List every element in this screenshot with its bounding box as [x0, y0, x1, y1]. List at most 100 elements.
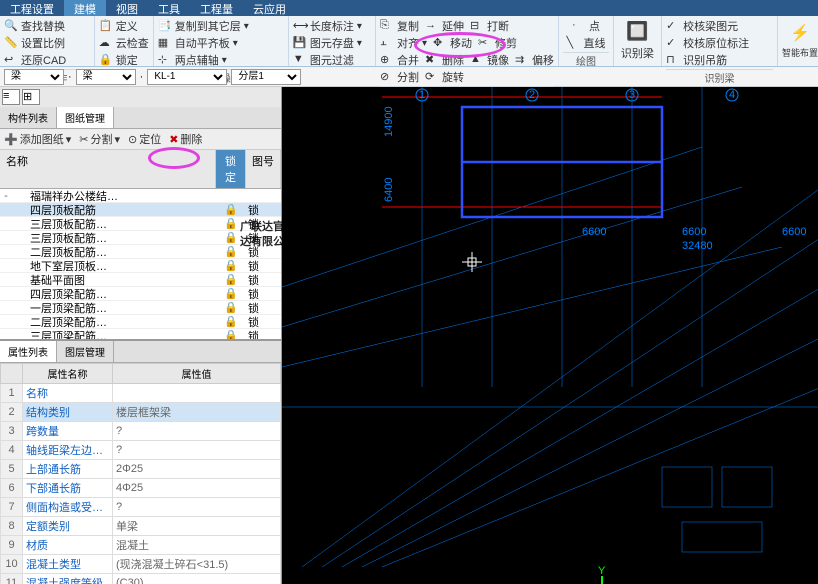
locate-button[interactable]: ⊙定位 — [128, 131, 161, 147]
menubar: 工程设置 建模 视图 工具 工程量 云应用 — [0, 0, 818, 16]
align2-icon: ⫠ — [380, 36, 394, 50]
tree-header-name: 名称 — [0, 150, 216, 188]
check-inplace-button[interactable]: ✓校核原位标注 — [666, 35, 773, 51]
dim-icon: ⟷ — [293, 19, 307, 33]
left-panel: ≡ ⊞ 构件列表 图纸管理 ➕添加图纸 ▾ ✂分割 ▾ ⊙定位 ✖删除 名称 锁… — [0, 87, 282, 584]
prop-row[interactable]: 10混凝土类型(现浇混凝土碎石<31.5) — [1, 555, 281, 574]
save-element-button[interactable]: 💾图元存盘 ▾ — [293, 35, 371, 51]
component-select[interactable]: KL-1 — [147, 69, 227, 85]
extend-button[interactable]: →延伸 — [425, 18, 464, 34]
offset-button[interactable]: ⇉偏移 — [515, 52, 554, 68]
lock-icon: 🔒 — [99, 53, 113, 67]
split2-icon: ✂ — [79, 133, 88, 146]
point-button[interactable]: ·点 — [572, 18, 600, 34]
locate-icon: ⊙ — [128, 133, 137, 146]
components-tab[interactable]: 构件列表 — [0, 107, 57, 128]
delete2-icon: ✖ — [169, 133, 178, 146]
cad-drawing: 1 2 3 4 6600 6600 6600 32480 14900 6400 — [282, 87, 818, 584]
offset-icon: ⇉ — [515, 53, 529, 67]
line-button[interactable]: ╲直线 — [566, 35, 605, 51]
split-icon: ⊘ — [380, 70, 394, 84]
mirror-icon: ▲ — [470, 53, 484, 67]
restore-cad-button[interactable]: ↩还原CAD — [4, 52, 90, 68]
group-recognize-label: 识别梁 — [666, 69, 773, 85]
check-beam-button[interactable]: ✓校核梁图元 — [666, 18, 773, 34]
prop-header-value: 属性值 — [113, 364, 281, 384]
prop-row[interactable]: 6下部通长筋4Φ25 — [1, 479, 281, 498]
mirror-button[interactable]: ▲镜像 — [470, 52, 509, 68]
recognize-hanger-button[interactable]: ⊓识别吊筋 — [666, 52, 773, 68]
menu-tab-0[interactable]: 工程设置 — [0, 0, 64, 16]
grid-view-button[interactable]: ⊞ — [22, 89, 40, 105]
check-icon: ✓ — [666, 19, 680, 33]
svg-text:1: 1 — [419, 89, 425, 101]
prop-row[interactable]: 9材质混凝土 — [1, 536, 281, 555]
align-icon: ▦ — [158, 36, 172, 50]
trim-icon: ✂ — [478, 36, 492, 50]
copy-button[interactable]: ⎘复制 — [380, 18, 419, 34]
prop-row[interactable]: 11混凝土强度等级(C30) — [1, 574, 281, 584]
trim-button[interactable]: ✂修剪 — [478, 35, 517, 51]
rotate-button[interactable]: ⟳旋转 — [425, 69, 464, 85]
filter-element-button[interactable]: ▼图元过滤 — [293, 52, 371, 68]
delete-drawing-button[interactable]: ✖删除 — [169, 131, 202, 147]
merge-button[interactable]: ⊕合并 — [380, 52, 419, 68]
prop-row[interactable]: 2结构类别楼层框架梁 — [1, 403, 281, 422]
menu-tab-1[interactable]: 建模 — [64, 0, 106, 16]
define-button[interactable]: 📋定义 — [99, 18, 149, 34]
prop-row[interactable]: 1名称 — [1, 384, 281, 403]
svg-text:6600: 6600 — [582, 226, 606, 238]
svg-text:14900: 14900 — [383, 106, 395, 137]
two-point-aux-button[interactable]: ⊹两点辅轴 ▾ — [158, 52, 284, 68]
category-select[interactable]: 梁 — [4, 69, 64, 85]
point-icon: · — [572, 19, 586, 33]
copy-layer-icon: 📑 — [158, 19, 172, 33]
save-icon: 💾 — [293, 36, 307, 50]
split-button[interactable]: ⊘分割 — [380, 69, 419, 85]
filter-icon: ▼ — [293, 53, 307, 67]
drawings-tab[interactable]: 图纸管理 — [57, 107, 114, 128]
svg-text:3: 3 — [629, 89, 635, 101]
drawing-canvas[interactable]: 1 2 3 4 6600 6600 6600 32480 14900 6400 — [282, 87, 818, 584]
break-icon: ⊟ — [470, 19, 484, 33]
menu-tab-2[interactable]: 视图 — [106, 0, 148, 16]
copy-to-layer-button[interactable]: 📑复制到其它层 ▾ — [158, 18, 284, 34]
menu-tab-5[interactable]: 云应用 — [243, 0, 296, 16]
tree-row[interactable]: 三层顶梁配筋…🔒锁 — [0, 329, 281, 339]
aux-icon: ⊹ — [158, 53, 172, 67]
delete-button[interactable]: ✖删除 — [425, 52, 464, 68]
cloud-check-button[interactable]: ☁云检查 — [99, 35, 149, 51]
smart-layout-button[interactable]: ⚡智能布置 — [782, 23, 818, 59]
property-table[interactable]: 属性名称 属性值 1名称2结构类别楼层框架梁3跨数量?4轴线距梁左边…?5上部通… — [0, 363, 281, 584]
align-button[interactable]: ⫠对齐 ▾ — [380, 35, 427, 51]
prop-row[interactable]: 3跨数量? — [1, 422, 281, 441]
menu-tab-4[interactable]: 工程量 — [190, 0, 243, 16]
auto-align-button[interactable]: ▦自动平齐板 ▾ — [158, 35, 284, 51]
subcategory-select[interactable]: 梁 — [76, 69, 136, 85]
props-tab[interactable]: 属性列表 — [0, 341, 57, 362]
add-drawing-button[interactable]: ➕添加图纸 ▾ — [4, 131, 71, 147]
prop-row[interactable]: 8定额类别单梁 — [1, 517, 281, 536]
list-view-button[interactable]: ≡ — [2, 89, 20, 105]
move-icon: ✥ — [433, 36, 447, 50]
svg-text:32480: 32480 — [682, 240, 713, 252]
drawing-tree[interactable]: -福瑞祥办公楼结…四层顶板配筋🔒锁三层顶板配筋…🔒锁三层顶板配筋…🔒锁二层顶板配… — [0, 189, 281, 339]
svg-text:4: 4 — [729, 89, 735, 101]
prop-row[interactable]: 7侧面构造或受…? — [1, 498, 281, 517]
set-scale-button[interactable]: 📏设置比例 — [4, 35, 90, 51]
layer-select[interactable]: 分层1 — [231, 69, 301, 85]
find-replace-button[interactable]: 🔍查找替换 — [4, 18, 90, 34]
lock-button[interactable]: 🔒锁定 — [99, 52, 149, 68]
menu-tab-3[interactable]: 工具 — [148, 0, 190, 16]
svg-text:Y: Y — [598, 566, 606, 577]
split-drawing-button[interactable]: ✂分割 ▾ — [79, 131, 120, 147]
break-button[interactable]: ⊟打断 — [470, 18, 509, 34]
layers-tab[interactable]: 图层管理 — [57, 341, 114, 362]
move-button[interactable]: ✥移动 — [433, 35, 472, 51]
prop-row[interactable]: 5上部通长筋2Φ25 — [1, 460, 281, 479]
recognize-beam-button[interactable]: 🔲识别梁 — [621, 21, 654, 61]
length-dim-button[interactable]: ⟷长度标注 ▾ — [293, 18, 371, 34]
cloud-icon: ☁ — [99, 36, 113, 50]
prop-row[interactable]: 4轴线距梁左边…? — [1, 441, 281, 460]
scale-icon: 📏 — [4, 36, 18, 50]
